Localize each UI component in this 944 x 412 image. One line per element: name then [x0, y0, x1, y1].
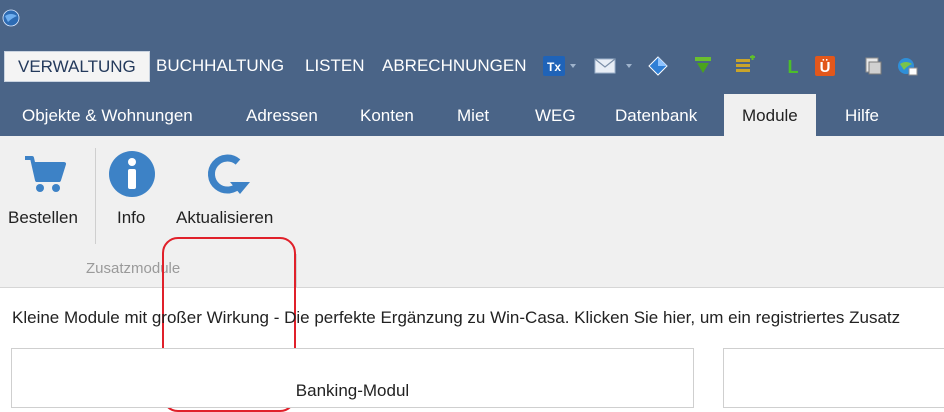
u-icon[interactable]: Ü [814, 55, 836, 77]
tab-datenbank[interactable]: Datenbank [615, 94, 697, 136]
web-icon[interactable] [896, 55, 918, 77]
menu-item-verwaltung[interactable]: VERWALTUNG [4, 51, 150, 82]
list-icon[interactable] [734, 55, 756, 77]
tab-konten[interactable]: Konten [360, 94, 414, 136]
main-menu-bar: VERWALTUNG BUCHHALTUNG LISTEN ABRECHNUNG… [0, 42, 944, 94]
tab-hilfe[interactable]: Hilfe [845, 94, 879, 136]
info-icon [109, 151, 155, 197]
download-icon[interactable] [692, 55, 714, 77]
module-card[interactable] [723, 348, 944, 408]
tab-miet[interactable]: Miet [457, 94, 489, 136]
aktualisieren-label: Aktualisieren [176, 208, 274, 227]
mail-dropdown-caret[interactable] [626, 64, 632, 68]
bestellen-label: Bestellen [8, 208, 78, 227]
l-icon[interactable]: L [782, 55, 804, 77]
cart-icon [25, 156, 66, 192]
menu-item-buchhaltung[interactable]: BUCHHALTUNG [156, 51, 284, 81]
tab-module[interactable]: Module [724, 94, 816, 137]
refresh-icon [207, 154, 250, 194]
globe-app-icon[interactable] [2, 9, 20, 27]
ribbon-separator [95, 148, 96, 244]
tab-adressen[interactable]: Adressen [246, 94, 318, 136]
menu-item-listen[interactable]: LISTEN [305, 51, 365, 81]
intro-text[interactable]: Kleine Module mit großer Wirkung - Die p… [12, 308, 900, 328]
tx-icon[interactable]: Tx [543, 55, 565, 77]
ribbon-group-separator [296, 254, 297, 287]
ribbon-tab-bar: Objekte & Wohnungen Adressen Konten Miet… [0, 94, 944, 137]
module-card-title: Banking-Modul [295, 381, 410, 400]
tab-weg[interactable]: WEG [535, 94, 576, 136]
ribbon-panel: Bestellen Info Aktualisieren Zusatzmodul… [0, 136, 944, 412]
tx-dropdown-caret[interactable] [570, 64, 576, 68]
bestellen-button[interactable]: Bestellen [0, 136, 90, 256]
svg-text:L: L [788, 57, 799, 77]
print-icon[interactable] [862, 55, 884, 77]
title-bar [0, 0, 944, 42]
menu-item-abrechnungen[interactable]: ABRECHNUNGEN [382, 51, 527, 81]
tab-objekte-wohnungen[interactable]: Objekte & Wohnungen [22, 94, 193, 136]
info-label: Info [117, 208, 146, 227]
mail-icon[interactable] [594, 55, 616, 77]
module-card[interactable]: Banking-Modul [11, 348, 694, 408]
diamond-icon[interactable] [647, 55, 669, 77]
svg-text:Tx: Tx [547, 60, 561, 74]
svg-text:Ü: Ü [820, 59, 831, 76]
info-button[interactable]: Info [100, 136, 164, 256]
